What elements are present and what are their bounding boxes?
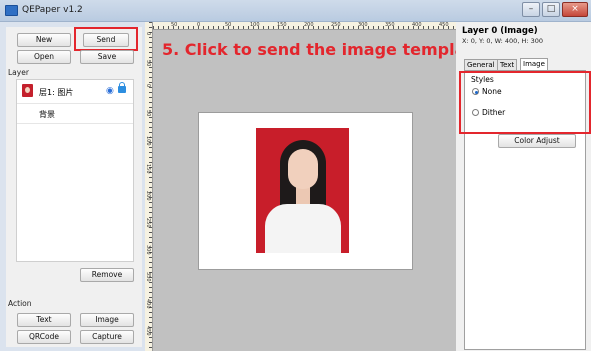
- image-button[interactable]: Image: [80, 313, 134, 327]
- properties-title: Layer 0 (Image): [462, 26, 538, 36]
- layer-row-image[interactable]: 层1: 图片 ◉: [17, 80, 133, 104]
- text-button[interactable]: Text: [17, 313, 71, 327]
- left-panel: New Send Open Save Layer 层1: 图片 ◉ 背景 Rem…: [6, 27, 142, 347]
- send-highlight-box: [74, 27, 138, 51]
- action-group-label: Action: [8, 299, 32, 308]
- layer-list: 层1: 图片 ◉ 背景: [16, 79, 134, 262]
- ruler-tick-label: 0: [145, 32, 151, 36]
- photo-face: [288, 149, 318, 189]
- tab-image[interactable]: Image: [520, 58, 548, 70]
- photo-neck: [296, 186, 310, 206]
- ruler-tick-label: 200: [304, 22, 314, 28]
- image-thumbnail-icon: [22, 84, 33, 97]
- color-adjust-button[interactable]: Color Adjust: [498, 134, 576, 148]
- ruler-tick-label: 350: [385, 22, 395, 28]
- lock-icon[interactable]: [118, 82, 126, 93]
- ruler-tick-label: 100: [145, 136, 151, 146]
- portrait-photo[interactable]: [256, 128, 349, 253]
- design-canvas[interactable]: [153, 30, 456, 351]
- layer-coordinates: X: 0, Y: 0, W: 400, H: 300: [462, 37, 543, 45]
- option-dither-label[interactable]: Dither: [482, 108, 505, 117]
- photo-shirt: [265, 204, 341, 253]
- ruler-tick-label: 250: [145, 218, 151, 228]
- paper-template[interactable]: [198, 112, 413, 270]
- ruler-tick-label: 300: [145, 245, 151, 255]
- open-button[interactable]: Open: [17, 50, 71, 64]
- ruler-tick-label: 150: [145, 164, 151, 174]
- ruler-tick-label: 400: [145, 299, 151, 309]
- ruler-tick-label: 250: [331, 22, 341, 28]
- ruler-tick-label: 100: [250, 22, 260, 28]
- remove-button[interactable]: Remove: [80, 268, 134, 282]
- ruler-tick-label: 350: [145, 272, 151, 282]
- ruler-tick-label: 0: [145, 84, 151, 88]
- ruler-tick-label: 450: [439, 22, 449, 28]
- ruler-tick-label: 50: [145, 110, 151, 117]
- ruler-tick-label: 200: [145, 191, 151, 201]
- properties-panel: Layer 0 (Image) X: 0, Y: 0, W: 400, H: 3…: [456, 22, 591, 351]
- ruler-tick-label: 300: [358, 22, 368, 28]
- layer-name: 层1: 图片: [39, 88, 74, 97]
- new-button[interactable]: New: [17, 33, 71, 47]
- ruler-tick-label: 50: [225, 22, 232, 28]
- radio-none[interactable]: [472, 88, 479, 95]
- layer-group-label: Layer: [8, 68, 29, 77]
- capture-button[interactable]: Capture: [80, 330, 134, 344]
- layer-row-background[interactable]: 背景: [17, 104, 133, 124]
- window-title: QEPaper v1.2: [22, 5, 83, 15]
- vertical-ruler: 0 50 0 50 100 150 200 250 300 350 400 45…: [145, 22, 153, 351]
- title-bar: QEPaper v1.2 – □ ×: [0, 0, 591, 22]
- eye-icon[interactable]: ◉: [106, 86, 114, 96]
- app-icon: [5, 5, 18, 16]
- ruler-tick-label: 400: [412, 22, 422, 28]
- ruler-tick-label: 0: [197, 22, 201, 28]
- close-button[interactable]: ×: [562, 2, 588, 17]
- styles-group-label: Styles: [471, 75, 494, 84]
- maximize-button[interactable]: □: [542, 2, 560, 17]
- radio-dither[interactable]: [472, 109, 479, 116]
- minimize-button[interactable]: –: [522, 2, 540, 17]
- layer-name: 背景: [39, 110, 55, 119]
- ruler-tick-label: 50: [171, 22, 178, 28]
- horizontal-ruler: 50 0 50 100 150 200 250 300 350 400 450: [153, 22, 456, 30]
- ruler-tick-label: 50: [145, 60, 151, 67]
- option-none-label[interactable]: None: [482, 87, 502, 96]
- tab-general[interactable]: General: [464, 59, 498, 70]
- tab-text[interactable]: Text: [497, 59, 518, 70]
- ruler-tick-label: 450: [145, 326, 151, 336]
- save-button[interactable]: Save: [80, 50, 134, 64]
- qrcode-button[interactable]: QRCode: [17, 330, 71, 344]
- ruler-tick-label: 150: [277, 22, 287, 28]
- image-tab-body: Styles None Dither Color Adjust: [459, 70, 591, 350]
